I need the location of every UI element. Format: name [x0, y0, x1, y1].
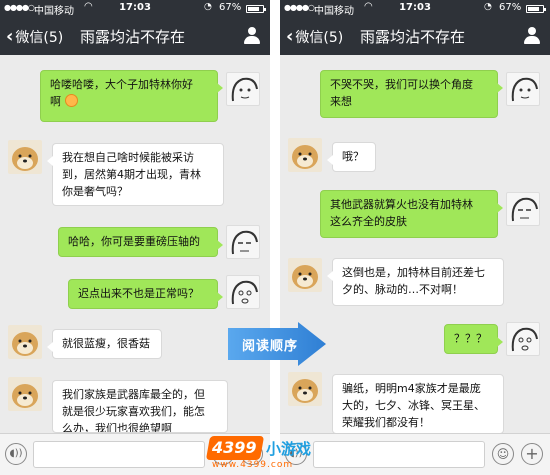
battery-icon [246, 5, 266, 13]
profile-icon[interactable] [244, 27, 260, 45]
chat-navbar: ‹ 微信(5) 雨露均沾不存在 [0, 17, 270, 55]
message-line: 就是很少玩家喜欢我们，能怎 [62, 405, 205, 418]
rotation-lock-icon: ◔ [204, 2, 212, 12]
message-bubble[interactable]: 哈喽哈喽，大个子加特林你好 啊 [40, 70, 223, 122]
avatar[interactable] [226, 275, 260, 309]
avatar[interactable] [8, 377, 42, 411]
message-bubble[interactable]: 哈哈，你可是要重磅压轴的 [58, 227, 223, 257]
message-bubble[interactable]: 哦？ [327, 142, 376, 172]
profile-icon[interactable] [524, 27, 540, 45]
brand-text: 小游戏 [266, 440, 312, 458]
message-line: 不哭不哭，我们可以换个角度 [330, 78, 473, 91]
message-line: 其他武器就算火也没有加特林 [330, 198, 473, 211]
avatar[interactable] [506, 72, 540, 106]
status-bar: ●●●●○ 中国移动 ◠ 17:03 ◔ 67% [280, 0, 550, 17]
avatar[interactable] [8, 140, 42, 174]
back-label: 微信(5) [15, 29, 64, 46]
avatar[interactable] [506, 192, 540, 226]
message-line: ？？？ [454, 332, 487, 345]
avatar[interactable] [506, 322, 540, 356]
message-input[interactable] [313, 441, 485, 468]
back-label: 微信(5) [295, 29, 344, 46]
message-line: 么办，我们也很绝望啊 [62, 422, 172, 433]
avatar[interactable] [288, 372, 322, 406]
screenshot-composite: ●●●●○ 中国移动 ◠ 17:03 ◔ 67% ‹ 微信(5) 雨露均沾不存在… [0, 0, 550, 475]
avatar[interactable] [8, 325, 42, 359]
back-button[interactable]: ‹ 微信(5) [286, 26, 343, 47]
battery-fill [528, 7, 539, 11]
message-line: 骗纸，明明m4家族才是最庞 [342, 382, 481, 395]
message-bubble[interactable]: 我们家族是武器库最全的，但 就是很少玩家喜欢我们，能怎 么办，我们也很绝望啊 [52, 380, 228, 433]
site-watermark: 4399 小游戏 www.4399.com [205, 436, 328, 472]
message-bubble[interactable]: ？？？ [444, 324, 503, 354]
emoji-icon[interactable]: ☺ [492, 443, 514, 465]
message-bubble[interactable]: 骗纸，明明m4家族才是最庞 大的，七夕、冰锋、冥王星、 荣耀我们都没有！ [332, 374, 504, 434]
message-bubble[interactable]: 其他武器就算火也没有加特林 这么齐全的皮肤 [320, 190, 503, 238]
message-line: 来想 [330, 95, 352, 108]
message-bubble[interactable]: 不哭不哭，我们可以换个角度 来想 [320, 70, 503, 118]
avatar[interactable] [288, 258, 322, 292]
plus-icon[interactable]: + [521, 443, 543, 465]
message-line: 到，居然第4期才出现，青林 [62, 168, 201, 181]
message-line: 哈喽哈喽，大个子加特林你好 [50, 78, 193, 91]
message-line: 荣耀我们都没有！ [342, 416, 430, 429]
reading-order-label: 阅读顺序 [242, 339, 299, 354]
rotation-lock-icon: ◔ [484, 2, 492, 12]
message-line: 哦？ [342, 150, 364, 163]
battery-percent: 67% [219, 2, 242, 13]
message-bubble[interactable]: 就很蓝瘦，很香菇 [47, 329, 162, 359]
message-bubble[interactable]: 我在想自己啥时候能被采访 到，居然第4期才出现，青林 你是奢气吗？ [47, 143, 224, 206]
reading-order-arrow: 阅读顺序 [228, 322, 326, 366]
right-phone-screen: ●●●●○ 中国移动 ◠ 17:03 ◔ 67% ‹ 微信(5) 雨露均沾不存在… [280, 0, 550, 475]
message-line: 我们家族是武器库最全的，但 [62, 388, 205, 401]
avatar[interactable] [288, 138, 322, 172]
chat-title: 雨露均沾不存在 [360, 28, 466, 46]
message-line: 我在想自己啥时候能被采访 [62, 151, 194, 164]
message-line: 夕的、脉动的…不对啊！ [342, 283, 463, 296]
message-line: 这么齐全的皮肤 [330, 215, 407, 228]
battery-percent: 67% [499, 2, 522, 13]
logo-text: 4399 [212, 438, 257, 457]
message-line: 大的，七夕、冰锋、冥王星、 [342, 399, 485, 412]
message-input[interactable] [33, 441, 205, 468]
chat-title: 雨露均沾不存在 [80, 28, 186, 46]
message-bubble[interactable]: 这倒也是，加特林目前还差七 夕的、脉动的…不对啊！ [327, 258, 504, 306]
avatar[interactable] [226, 72, 260, 106]
message-line: 哈哈，你可是要重磅压轴的 [68, 235, 200, 248]
chevron-left-icon: ‹ [6, 26, 14, 47]
voice-icon[interactable]: ◖)) [5, 443, 27, 465]
blush-emoji-icon [64, 94, 78, 107]
site-url: www.4399.com [212, 460, 294, 470]
status-bar: ●●●●○ 中国移动 ◠ 17:03 ◔ 67% [0, 0, 270, 17]
message-line: 你是奢气吗？ [62, 185, 128, 198]
left-phone-screen: ●●●●○ 中国移动 ◠ 17:03 ◔ 67% ‹ 微信(5) 雨露均沾不存在… [0, 0, 270, 475]
battery-fill [248, 7, 259, 11]
message-line: 这倒也是，加特林目前还差七 [342, 266, 485, 279]
message-line: 就很蓝瘦，很香菇 [62, 337, 150, 350]
chat-navbar: ‹ 微信(5) 雨露均沾不存在 [280, 17, 550, 55]
back-button[interactable]: ‹ 微信(5) [6, 26, 63, 47]
message-line: 啊 [50, 93, 208, 110]
battery-icon [526, 5, 546, 13]
chevron-left-icon: ‹ [286, 26, 294, 47]
avatar[interactable] [226, 225, 260, 259]
message-bubble[interactable]: 迟点出来不也是正常吗？ [68, 279, 223, 309]
message-line: 迟点出来不也是正常吗？ [78, 287, 199, 300]
